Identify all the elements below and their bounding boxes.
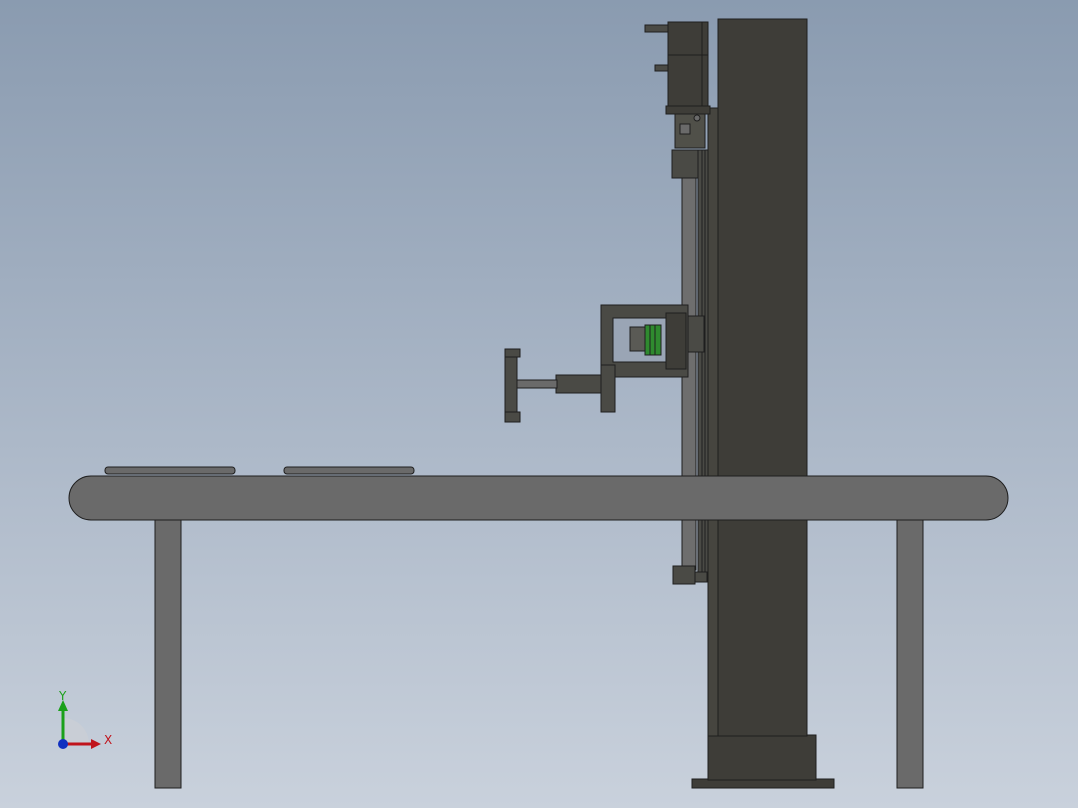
- green-pulley: [644, 324, 662, 356]
- x-axis-label: X: [104, 733, 112, 747]
- cylinder-rod: [514, 379, 558, 389]
- vertical-column: [717, 18, 808, 737]
- motor-encoder-stub: [654, 64, 669, 72]
- workpiece-right: [283, 466, 415, 475]
- y-axis-label: Y: [58, 689, 67, 703]
- motor-cable-gland: [644, 24, 669, 33]
- z-axis-dot-icon: [58, 739, 68, 749]
- workpiece-left: [104, 466, 236, 475]
- screw-top-bearing: [671, 149, 699, 179]
- conveyor-belt: [68, 475, 1009, 521]
- coupling-screw: [693, 114, 701, 122]
- screw-bottom-cap: [694, 571, 708, 583]
- motor-flange: [665, 105, 711, 115]
- carriage-plate: [685, 315, 705, 353]
- screw-bottom-bearing: [672, 565, 696, 585]
- x-axis-arrow-icon: [91, 739, 101, 749]
- table-leg-left: [154, 519, 182, 789]
- gripper-jaw-top: [504, 348, 521, 358]
- column-base-block: [707, 734, 817, 781]
- triad-arc: [63, 718, 89, 744]
- pulley-hub: [629, 326, 647, 352]
- gripper-jaw-vertical: [504, 348, 518, 423]
- carriage-lower-frame: [600, 364, 616, 413]
- cad-viewport[interactable]: Y X: [0, 0, 1078, 808]
- cylinder-body: [555, 374, 602, 394]
- cad-model-side-view[interactable]: Y X: [0, 0, 1078, 808]
- table-leg-right: [896, 519, 924, 789]
- view-triad: Y X: [58, 689, 112, 749]
- gripper-jaw-bottom: [504, 411, 521, 423]
- carriage-inner-block: [665, 312, 687, 370]
- coupling-detail: [679, 123, 691, 135]
